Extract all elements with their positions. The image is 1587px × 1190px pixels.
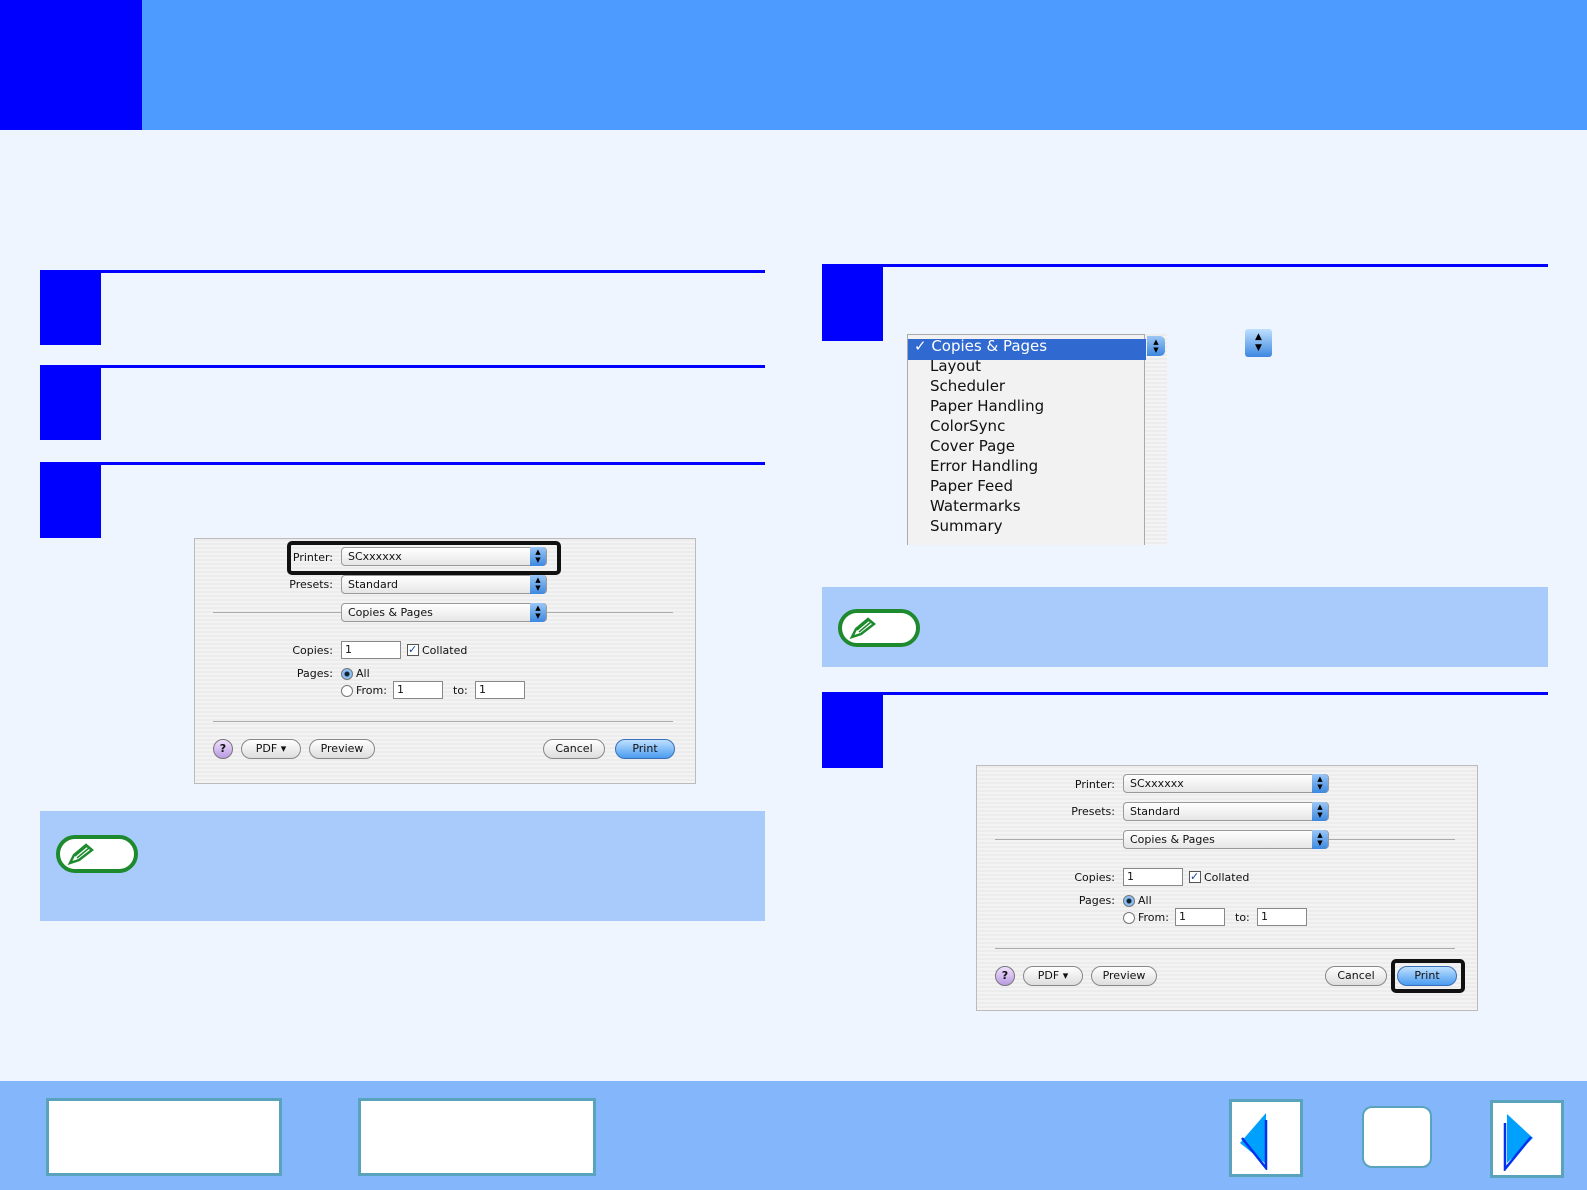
- menu-item-scheduler[interactable]: Scheduler: [930, 377, 1005, 395]
- to-label: to:: [453, 684, 468, 697]
- printer-value: SCxxxxxx: [348, 550, 402, 563]
- step-4-marker: [822, 264, 883, 341]
- collated-label: Collated: [1204, 871, 1250, 884]
- next-page-button[interactable]: [1490, 1100, 1564, 1178]
- panel-value: Copies & Pages: [348, 606, 433, 619]
- menu-item-paper-feed[interactable]: Paper Feed: [930, 477, 1013, 495]
- print-button[interactable]: Print: [1397, 966, 1457, 986]
- stepper-icon: ▲ ▼: [530, 603, 546, 622]
- stepper-icon: ▲ ▼: [1312, 830, 1328, 849]
- copies-field[interactable]: 1: [341, 641, 401, 659]
- presets-popup[interactable]: Standard ▲ ▼: [341, 575, 547, 594]
- all-label: All: [356, 667, 370, 680]
- presets-label: Presets:: [1071, 805, 1115, 818]
- collated-label: Collated: [422, 644, 468, 657]
- pencil-icon: [838, 609, 920, 647]
- step-4-rule: [822, 264, 1548, 267]
- menu-list: ✓ Copies & Pages Layout Scheduler Paper …: [907, 334, 1146, 545]
- to-label: to:: [1235, 911, 1250, 924]
- menu-button[interactable]: [1362, 1106, 1432, 1168]
- right-arrow-icon: [1503, 1114, 1533, 1171]
- copies-field[interactable]: 1: [1123, 868, 1183, 886]
- step-1-marker: [40, 270, 101, 345]
- help-button[interactable]: ?: [213, 739, 233, 759]
- panel-popup[interactable]: Copies & Pages ▲ ▼: [1123, 830, 1329, 849]
- to-field[interactable]: 1: [1257, 908, 1307, 926]
- collated-checkbox[interactable]: ✓: [407, 644, 419, 656]
- contents-button[interactable]: [46, 1098, 282, 1176]
- cancel-button[interactable]: Cancel: [1325, 966, 1387, 986]
- step-5-rule: [822, 692, 1548, 695]
- panel-popup[interactable]: Copies & Pages ▲ ▼: [341, 603, 547, 622]
- print-dialog: Printer: SCxxxxxx ▲ ▼ Presets: Standard ▲ ▼ …: [194, 538, 696, 784]
- menu-item-copies-pages[interactable]: ✓ Copies & Pages: [914, 337, 1047, 355]
- printer-popup[interactable]: SCxxxxxx ▲ ▼: [1123, 774, 1329, 793]
- menu-item-summary[interactable]: Summary: [930, 517, 1003, 535]
- panel-menu: ▲ ▼ ✓ Copies & Pages Layout Scheduler Pap…: [907, 334, 1167, 545]
- menu-item-paper-handling[interactable]: Paper Handling: [930, 397, 1044, 415]
- step-2-rule: [40, 365, 765, 368]
- menu-item-colorsync[interactable]: ColorSync: [930, 417, 1005, 435]
- stepper-icon: ▲ ▼: [1312, 802, 1328, 821]
- menu-item-layout[interactable]: Layout: [930, 357, 981, 375]
- prev-page-button[interactable]: [1229, 1099, 1303, 1177]
- from-radio[interactable]: [341, 685, 353, 697]
- preview-button[interactable]: Preview: [309, 739, 375, 759]
- presets-label: Presets:: [289, 578, 333, 591]
- collated-checkbox[interactable]: ✓: [1189, 871, 1201, 883]
- pdf-button[interactable]: PDF ▾: [1023, 966, 1083, 986]
- print-button[interactable]: Print: [615, 739, 675, 759]
- from-radio[interactable]: [1123, 912, 1135, 924]
- pages-label: Pages:: [1078, 894, 1115, 907]
- from-label: From:: [1138, 911, 1169, 924]
- presets-popup[interactable]: Standard ▲ ▼: [1123, 802, 1329, 821]
- pages-label: Pages:: [296, 667, 333, 680]
- presets-value: Standard: [1130, 805, 1181, 818]
- printer-value: SCxxxxxx: [1130, 777, 1184, 790]
- from-field[interactable]: 1: [393, 681, 443, 699]
- from-field[interactable]: 1: [1175, 908, 1225, 926]
- all-radio[interactable]: [1123, 895, 1135, 907]
- step-3-marker: [40, 462, 101, 538]
- all-radio[interactable]: [341, 668, 353, 680]
- menu-item-cover-page[interactable]: Cover Page: [930, 437, 1015, 455]
- note-box: [40, 811, 765, 921]
- all-label: All: [1138, 894, 1152, 907]
- cancel-button[interactable]: Cancel: [543, 739, 605, 759]
- panel-value: Copies & Pages: [1130, 833, 1215, 846]
- menu-item-error-handling[interactable]: Error Handling: [930, 457, 1038, 475]
- stepper-icon: ▲ ▼: [1147, 336, 1165, 356]
- stepper-icon: ▲ ▼: [1312, 774, 1328, 793]
- to-field[interactable]: 1: [475, 681, 525, 699]
- step-2-marker: [40, 365, 101, 440]
- left-arrow-icon: [1240, 1113, 1268, 1170]
- from-label: From:: [356, 684, 387, 697]
- chapter-marker: [0, 0, 142, 130]
- index-button[interactable]: [358, 1098, 596, 1176]
- step-3-rule: [40, 462, 765, 465]
- printer-label: Printer:: [292, 551, 333, 564]
- stepper-icon: ▲ ▼: [530, 547, 546, 566]
- printer-popup[interactable]: SCxxxxxx ▲ ▼: [341, 547, 547, 566]
- menu-item-watermarks[interactable]: Watermarks: [930, 497, 1021, 515]
- presets-value: Standard: [348, 578, 399, 591]
- pencil-icon: [56, 835, 138, 873]
- preview-button[interactable]: Preview: [1091, 966, 1157, 986]
- step-5-marker: [822, 692, 883, 768]
- stepper-icon: ▲ ▼: [530, 575, 546, 594]
- divider: [213, 721, 673, 722]
- printer-label: Printer:: [1074, 778, 1115, 791]
- header-band: [0, 0, 1587, 130]
- divider: [995, 948, 1455, 949]
- pdf-button[interactable]: PDF ▾: [241, 739, 301, 759]
- stepper-icon: ▲ ▼: [1245, 329, 1272, 357]
- print-dialog: Printer: SCxxxxxx ▲ ▼ Presets: Standard ▲ ▼ …: [976, 765, 1478, 1011]
- help-button[interactable]: ?: [995, 966, 1015, 986]
- step-1-rule: [40, 270, 765, 273]
- copies-label: Copies:: [1074, 871, 1115, 884]
- copies-label: Copies:: [292, 644, 333, 657]
- note-box: [822, 587, 1548, 667]
